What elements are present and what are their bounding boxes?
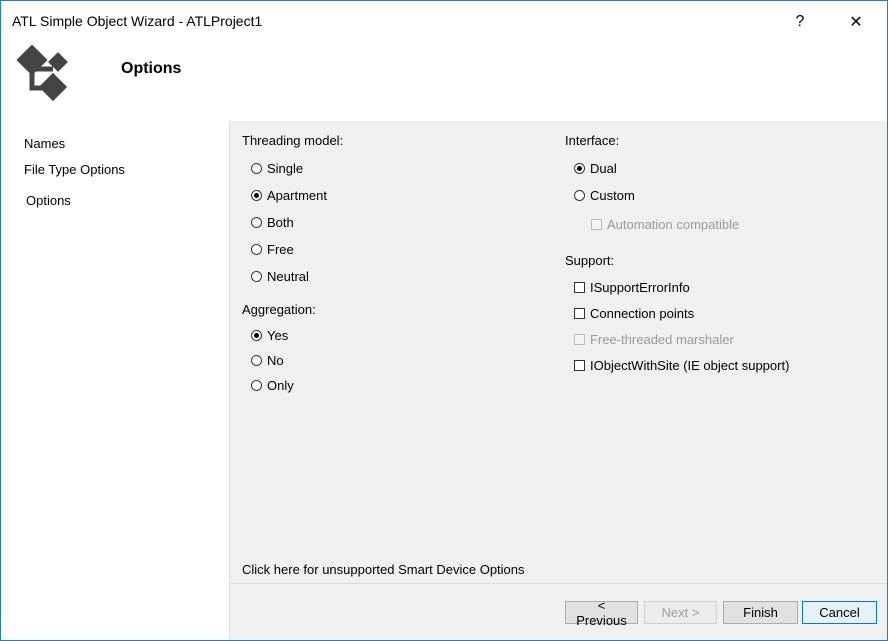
connection-points-checkbox[interactable]: Connection points [574,306,694,321]
title-bar: ATL Simple Object Wizard - ATLProject1 ?… [1,1,887,41]
radio-label: Yes [267,328,289,343]
next-button: Next > [644,601,717,624]
checkbox-indicator [574,282,585,293]
automation-compatible-checkbox: Automation compatible [591,217,739,232]
nav-item-names[interactable]: Names [24,136,65,151]
wizard-nav: Names File Type Options Options [1,121,228,640]
window-title: ATL Simple Object Wizard - ATLProject1 [12,13,263,29]
interface-custom-radio[interactable]: Custom [574,188,635,203]
radio-label: Only [267,378,294,393]
interface-label: Interface: [565,133,620,148]
radio-indicator [251,355,262,366]
header-banner: Options [1,41,887,121]
checkbox-label: ISupportErrorInfo [590,280,690,295]
radio-indicator [251,271,262,282]
free-threaded-marshaler-checkbox: Free-threaded marshaler [574,332,734,347]
radio-label: Free [267,242,294,257]
close-button[interactable]: ✕ [841,9,871,35]
help-button[interactable]: ? [785,9,815,35]
cancel-button[interactable]: Cancel [802,601,877,624]
radio-indicator [251,244,262,255]
radio-indicator [574,163,585,174]
support-label: Support: [565,253,615,268]
finish-button[interactable]: Finish [723,601,798,624]
radio-label: Dual [590,161,617,176]
threading-free-radio[interactable]: Free [251,242,294,257]
threading-both-radio[interactable]: Both [251,215,294,230]
radio-label: Apartment [267,188,327,203]
checkbox-label: Automation compatible [607,217,740,232]
aggregation-label: Aggregation: [242,302,316,317]
threading-single-radio[interactable]: Single [251,161,303,176]
threading-apartment-radio[interactable]: Apartment [251,188,327,203]
checkbox-indicator [591,219,602,230]
radio-label: No [267,353,284,368]
radio-indicator [574,190,585,201]
radio-label: Neutral [267,269,309,284]
radio-label: Custom [590,188,635,203]
checkbox-label: Free-threaded marshaler [590,332,734,347]
atl-wizard-icon [15,43,79,108]
checkbox-indicator [574,334,585,345]
aggregation-only-radio[interactable]: Only [251,378,294,393]
interface-dual-radio[interactable]: Dual [574,161,617,176]
radio-label: Both [267,215,294,230]
options-panel: Threading model: Single Apartment Both F… [229,121,887,583]
radio-indicator [251,380,262,391]
radio-indicator [251,217,262,228]
radio-label: Single [267,161,304,176]
checkbox-label: IObjectWithSite (IE object support) [590,358,790,373]
checkbox-label: Connection points [590,306,695,321]
radio-indicator [251,330,262,341]
nav-item-options[interactable]: Options [26,193,71,208]
aggregation-no-radio[interactable]: No [251,353,284,368]
radio-indicator [251,163,262,174]
iobjectwithsite-checkbox[interactable]: IObjectWithSite (IE object support) [574,358,789,373]
checkbox-indicator [574,308,585,319]
isupporterrorinfo-checkbox[interactable]: ISupportErrorInfo [574,280,690,295]
button-bar: < Previous Next > Finish Cancel [229,583,887,640]
nav-item-file-type-options[interactable]: File Type Options [24,162,125,177]
radio-indicator [251,190,262,201]
aggregation-yes-radio[interactable]: Yes [251,328,288,343]
threading-model-label: Threading model: [242,133,344,148]
threading-neutral-radio[interactable]: Neutral [251,269,309,284]
wizard-window: ATL Simple Object Wizard - ATLProject1 ?… [0,0,888,641]
checkbox-indicator [574,360,585,371]
smart-device-options-link[interactable]: Click here for unsupported Smart Device … [242,562,525,577]
page-title: Options [121,60,182,77]
previous-button[interactable]: < Previous [565,598,638,628]
